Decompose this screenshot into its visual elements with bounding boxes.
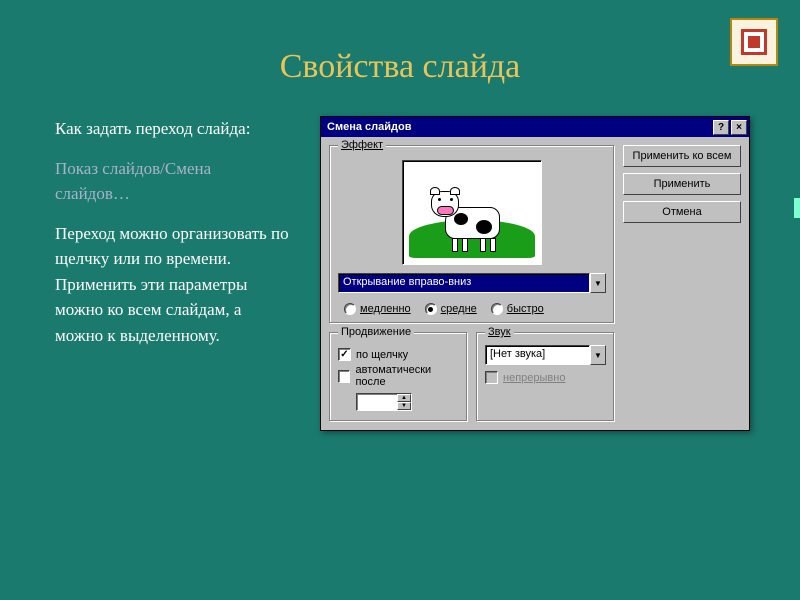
sound-value: [Нет звука] — [485, 345, 590, 365]
close-button[interactable]: × — [731, 120, 747, 135]
description-text: Как задать переход слайда: Показ слайдов… — [55, 116, 290, 431]
chevron-down-icon[interactable]: ▼ — [590, 345, 606, 365]
sound-group: Звук [Нет звука] ▼ непрерывно — [476, 332, 615, 422]
speed-medium-radio[interactable]: средне — [425, 303, 477, 315]
body-paragraph: Переход можно организовать по щелчку или… — [55, 221, 290, 349]
time-spinner[interactable]: ▲ ▼ — [397, 394, 411, 410]
effect-value: Открывание вправо-вниз — [338, 273, 590, 293]
onclick-checkbox[interactable]: по щелчку — [338, 348, 459, 361]
apply-button[interactable]: Применить — [623, 173, 741, 195]
spin-down-icon[interactable]: ▼ — [397, 402, 411, 410]
effect-legend: Эффект — [338, 139, 386, 151]
slide-transition-dialog: Смена слайдов ? × Эффект — [320, 116, 750, 431]
sound-dropdown[interactable]: [Нет звука] ▼ — [485, 345, 606, 365]
help-button[interactable]: ? — [713, 120, 729, 135]
effect-group: Эффект — [329, 145, 615, 324]
auto-after-checkbox[interactable]: автоматически после — [338, 364, 459, 388]
slide-title: Свойства слайда — [0, 0, 800, 116]
loop-checkbox: непрерывно — [485, 371, 606, 384]
apply-all-button[interactable]: Применить ко всем — [623, 145, 741, 167]
sound-legend: Звук — [485, 326, 514, 338]
speed-slow-radio[interactable]: медленно — [344, 303, 411, 315]
advance-group: Продвижение по щелчку автоматически посл… — [329, 332, 468, 422]
effect-dropdown[interactable]: Открывание вправо-вниз ▼ — [338, 273, 606, 293]
dialog-title: Смена слайдов — [327, 121, 411, 133]
effect-preview — [402, 160, 542, 265]
speed-radio-group: медленно средне быстро — [338, 303, 606, 315]
dialog-titlebar[interactable]: Смена слайдов ? × — [321, 117, 749, 137]
menu-path: Показ слайдов/Смена слайдов… — [55, 156, 290, 207]
edge-accent — [794, 198, 800, 218]
chevron-down-icon[interactable]: ▼ — [590, 273, 606, 293]
speed-fast-radio[interactable]: быстро — [491, 303, 544, 315]
cancel-button[interactable]: Отмена — [623, 201, 741, 223]
advance-legend: Продвижение — [338, 326, 414, 338]
corner-decorative-icon — [730, 18, 778, 66]
auto-time-field[interactable]: ▲ ▼ — [356, 393, 412, 411]
spin-up-icon[interactable]: ▲ — [397, 394, 411, 402]
intro-line: Как задать переход слайда: — [55, 116, 290, 142]
